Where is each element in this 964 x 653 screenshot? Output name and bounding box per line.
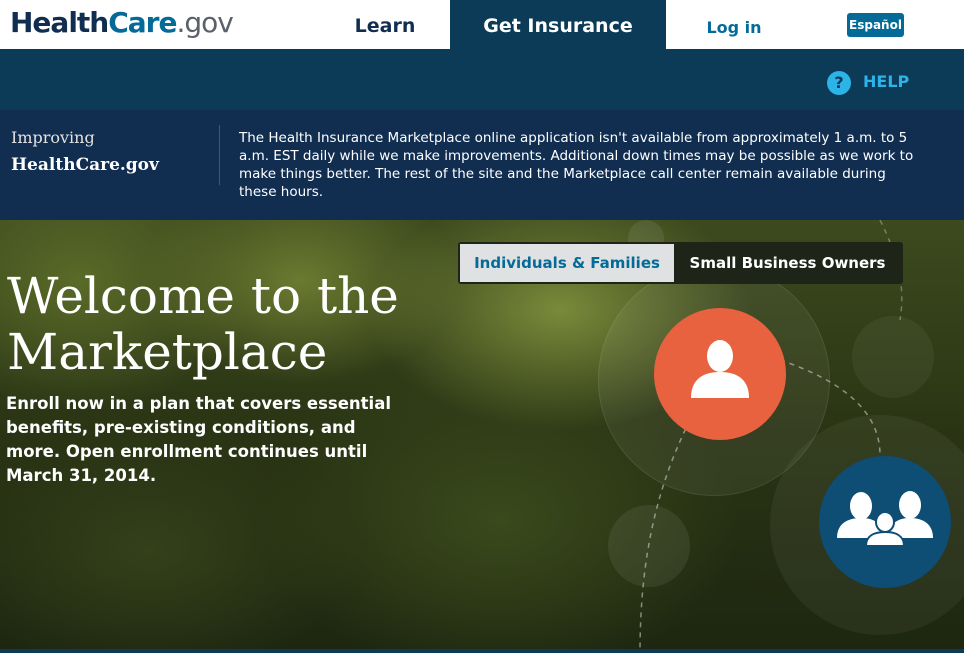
- nav-learn-tab[interactable]: Learn: [330, 0, 440, 49]
- hero-subtitle: Enroll now in a plan that covers essenti…: [6, 394, 392, 485]
- family-button[interactable]: [819, 456, 951, 588]
- nav-get-insurance-tab[interactable]: Get Insurance: [450, 0, 666, 49]
- tab-small-business-owners[interactable]: Small Business Owners: [674, 244, 901, 282]
- logo-health: Health: [10, 6, 109, 39]
- notice-divider: [219, 125, 220, 185]
- page: HealthCare.gov Learn Get Insurance Log i…: [0, 0, 964, 653]
- notice-heading-line2: HealthCare.gov: [11, 155, 159, 175]
- logo-care: Care: [108, 6, 177, 39]
- logo-gov: .gov: [176, 6, 233, 39]
- person-icon: [691, 340, 749, 398]
- notice-banner: Improving HealthCare.gov The Health Insu…: [0, 110, 964, 220]
- login-link[interactable]: Log in: [700, 0, 768, 49]
- hero-title-line1: Welcome to the: [7, 267, 399, 325]
- help-link[interactable]: HELP: [863, 72, 909, 91]
- audience-tabs: Individuals & Families Small Business Ow…: [458, 242, 903, 284]
- notice-text: The Health Insurance Marketplace online …: [239, 130, 914, 200]
- notice-heading-line1: Improving: [11, 128, 95, 147]
- bottom-border: [0, 649, 964, 653]
- hero-section: Welcome to the Marketplace Enroll now in…: [0, 220, 964, 653]
- help-bar: ? HELP: [0, 49, 964, 110]
- hero-title: Welcome to the Marketplace: [7, 268, 447, 380]
- espanol-button[interactable]: Español: [847, 13, 904, 37]
- notice-heading: Improving HealthCare.gov: [11, 128, 211, 175]
- help-icon[interactable]: ?: [827, 71, 851, 95]
- family-icon: [837, 491, 933, 547]
- tab-individuals-families[interactable]: Individuals & Families: [460, 244, 674, 282]
- individual-button[interactable]: [654, 308, 786, 440]
- healthcare-gov-logo[interactable]: HealthCare.gov: [10, 6, 234, 39]
- top-navigation: HealthCare.gov Learn Get Insurance Log i…: [0, 0, 964, 49]
- hero-title-line2: Marketplace: [7, 323, 328, 381]
